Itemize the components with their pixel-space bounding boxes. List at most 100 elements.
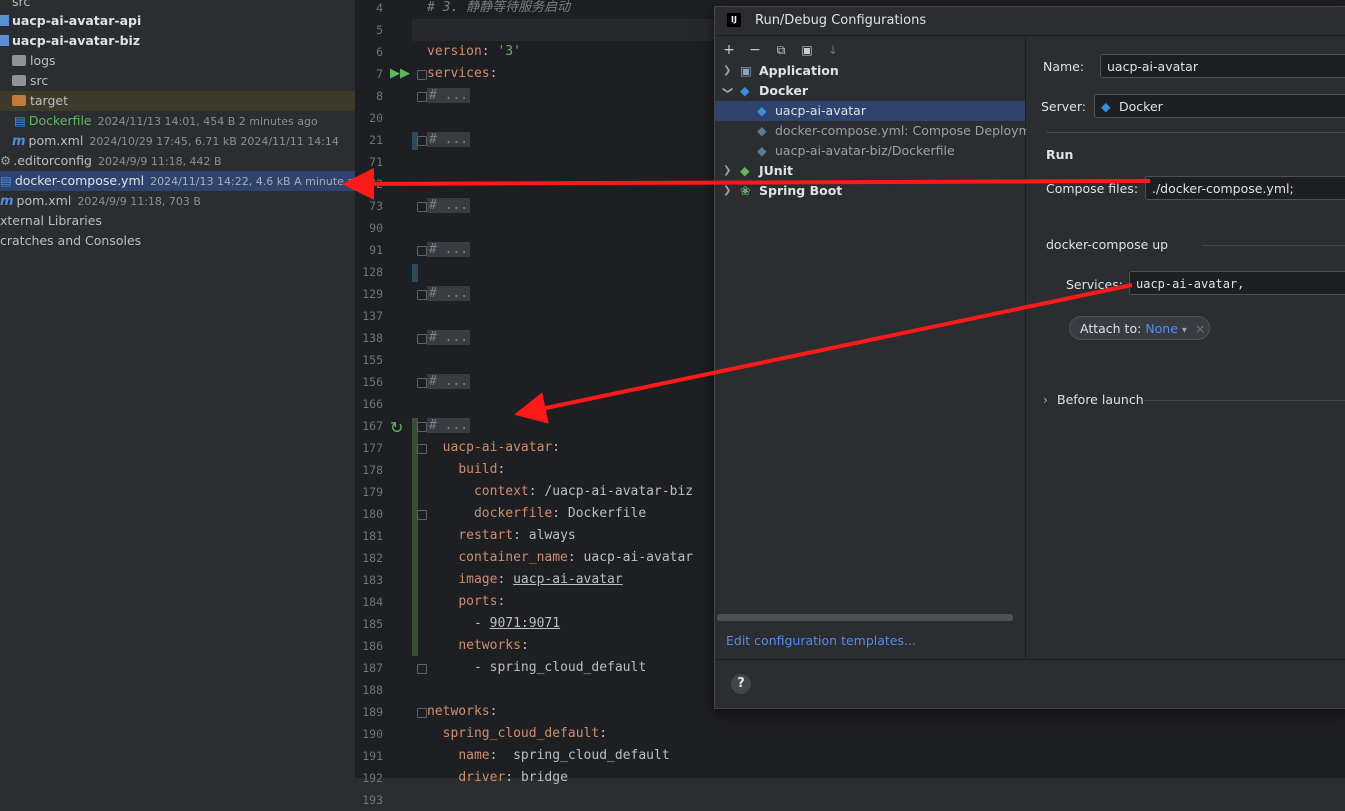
- fold-toggle-icon[interactable]: [417, 92, 427, 102]
- help-button[interactable]: ?: [731, 674, 751, 694]
- code-line: # ...: [427, 371, 471, 393]
- remove-config-button[interactable]: −: [745, 40, 765, 60]
- compose-files-field[interactable]: ./docker-compose.yml;: [1145, 176, 1345, 200]
- before-launch-section[interactable]: Before launch: [1057, 392, 1144, 407]
- compose-up-heading: docker-compose up: [1046, 237, 1169, 252]
- fold-toggle-icon[interactable]: [417, 422, 427, 432]
- horizontal-scrollbar[interactable]: [717, 614, 1013, 621]
- line-number: 138: [362, 331, 383, 345]
- yaml-key: ports: [458, 594, 498, 609]
- line-number: 72: [369, 177, 383, 191]
- line-number: 177: [362, 441, 383, 455]
- attach-to-chip[interactable]: Attach to: None ▾ ×: [1069, 316, 1210, 340]
- fold-toggle-icon[interactable]: [417, 664, 427, 674]
- tree-item-docker-compose[interactable]: ▤ docker-compose.yml 2024/11/13 14:22, 4.6…: [0, 171, 355, 191]
- yaml-value: uacp-ai-avatar: [583, 550, 694, 565]
- tree-config-compose-deployment[interactable]: ◆ docker-compose.yml: Compose Deployment: [715, 121, 1051, 141]
- code-line: dockerfile: Dockerfile: [473, 506, 647, 521]
- code-line: version: '3': [427, 44, 521, 59]
- change-marker: [412, 264, 418, 282]
- current-line-highlight: [412, 19, 715, 41]
- fold-toggle-icon[interactable]: [417, 378, 427, 388]
- tree-item-external-libraries[interactable]: xternal Libraries: [0, 211, 355, 231]
- docker-file-icon: ▤: [14, 113, 26, 128]
- tree-docker[interactable]: ❯ ◆ Docker: [715, 81, 1025, 101]
- fold-toggle-icon[interactable]: [417, 136, 427, 146]
- tree-item-target[interactable]: target: [0, 91, 355, 111]
- line-number: 71: [369, 155, 383, 169]
- server-select[interactable]: ◆ Docker: [1094, 94, 1345, 118]
- yaml-value: Dockerfile: [567, 506, 647, 521]
- fold-toggle-icon[interactable]: [417, 334, 427, 344]
- tree-item-pom-root[interactable]: m pom.xml 2024/9/9 11:18, 703 B: [0, 191, 355, 211]
- fold-toggle-icon[interactable]: [417, 708, 427, 718]
- tree-item-src[interactable]: src: [0, 71, 355, 91]
- copy-config-button[interactable]: ⧉: [771, 40, 791, 60]
- folded-region[interactable]: # ...: [427, 330, 471, 345]
- folded-region[interactable]: # ...: [427, 242, 471, 257]
- edit-templates-link[interactable]: Edit configuration templates...: [726, 633, 916, 648]
- code-line: build:: [458, 462, 506, 477]
- tree-item-logs[interactable]: logs: [0, 51, 355, 71]
- code-line: # ...: [427, 239, 471, 261]
- sort-button[interactable]: ↓: [823, 40, 843, 60]
- tree-spring-boot[interactable]: ❯ ❀ Spring Boot: [715, 181, 1025, 201]
- tree-item-scratches[interactable]: cratches and Consoles: [0, 231, 355, 251]
- close-icon[interactable]: ×: [1195, 321, 1205, 336]
- yaml-key: image: [458, 572, 498, 587]
- tree-config-dockerfile[interactable]: ◆ uacp-ai-avatar-biz/Dockerfile: [715, 141, 1025, 161]
- line-number: 20: [369, 111, 383, 125]
- run-services-icon[interactable]: ▶▶: [390, 66, 410, 81]
- fold-toggle-icon[interactable]: [417, 290, 427, 300]
- folded-region[interactable]: # ...: [427, 88, 471, 103]
- line-number: 184: [362, 595, 383, 609]
- folded-region[interactable]: # ...: [427, 286, 471, 301]
- line-number: 90: [369, 221, 383, 235]
- name-field[interactable]: uacp-ai-avatar: [1100, 54, 1345, 78]
- docker-icon: ◆: [757, 123, 767, 138]
- tree-item-pom-biz[interactable]: m pom.xml 2024/10/29 17:45, 6.71 kB 2024/1…: [0, 131, 355, 151]
- yaml-key: version: [427, 44, 482, 59]
- dialog-titlebar[interactable]: IJ Run/Debug Configurations: [715, 7, 1345, 36]
- module-icon: [0, 35, 9, 46]
- module-icon: [0, 15, 9, 26]
- rerun-service-icon[interactable]: ↻: [390, 418, 403, 437]
- folded-region[interactable]: # ...: [427, 132, 471, 147]
- yaml-value: spring_cloud_default: [489, 660, 647, 675]
- line-number: 182: [362, 551, 383, 565]
- attach-to-value[interactable]: None: [1145, 321, 1178, 336]
- fold-toggle-icon[interactable]: [417, 70, 427, 80]
- fold-toggle-icon[interactable]: [417, 444, 427, 454]
- tree-item-editorconfig[interactable]: ⚙ .editorconfig 2024/9/9 11:18, 442 B: [0, 151, 355, 171]
- line-number: 181: [362, 529, 383, 543]
- yaml-key: name: [458, 748, 490, 763]
- code-line: ports:: [458, 594, 506, 609]
- folded-region[interactable]: # ...: [427, 374, 471, 389]
- fold-toggle-icon[interactable]: [417, 510, 427, 520]
- tree-config-uacp-ai-avatar[interactable]: ◆ uacp-ai-avatar: [715, 101, 1025, 121]
- line-number: 5: [376, 23, 383, 37]
- fold-toggle-icon[interactable]: [417, 202, 427, 212]
- config-tree-pane: + − ⧉ ▣ ↓ ❯ ▣ Application ❯ ◆ Docker ◆ u…: [715, 36, 1051, 658]
- line-number: 178: [362, 463, 383, 477]
- tree-junit[interactable]: ❯ ◆ JUnit: [715, 161, 1025, 181]
- line-number: 186: [362, 639, 383, 653]
- docker-icon: ◆: [757, 103, 767, 118]
- code-line: # ...: [427, 283, 471, 305]
- folded-region[interactable]: # ...: [427, 198, 471, 213]
- config-details-pane: Name: uacp-ai-avatar Server: ◆ Docker Ru…: [1026, 36, 1345, 658]
- tree-item-biz-module[interactable]: uacp-ai-avatar-biz: [0, 31, 355, 51]
- folder-icon: [12, 75, 26, 86]
- yaml-key: build: [458, 462, 498, 477]
- folder-button[interactable]: ▣: [797, 40, 817, 60]
- services-field[interactable]: uacp-ai-avatar,: [1129, 271, 1345, 295]
- code-line: driver: bridge: [458, 770, 568, 785]
- docker-icon: ◆: [1101, 99, 1111, 114]
- add-config-button[interactable]: +: [719, 40, 739, 60]
- code-comment: # 3. 静静等待服务启动: [427, 0, 571, 15]
- tree-item-dockerfile[interactable]: ▤ Dockerfile 2024/11/13 14:01, 454 B 2 min…: [0, 111, 355, 131]
- fold-toggle-icon[interactable]: [417, 246, 427, 256]
- folded-region[interactable]: # ...: [427, 418, 471, 433]
- tree-item-api-module[interactable]: uacp-ai-avatar-api: [0, 11, 355, 31]
- tree-application[interactable]: ❯ ▣ Application: [715, 61, 1025, 81]
